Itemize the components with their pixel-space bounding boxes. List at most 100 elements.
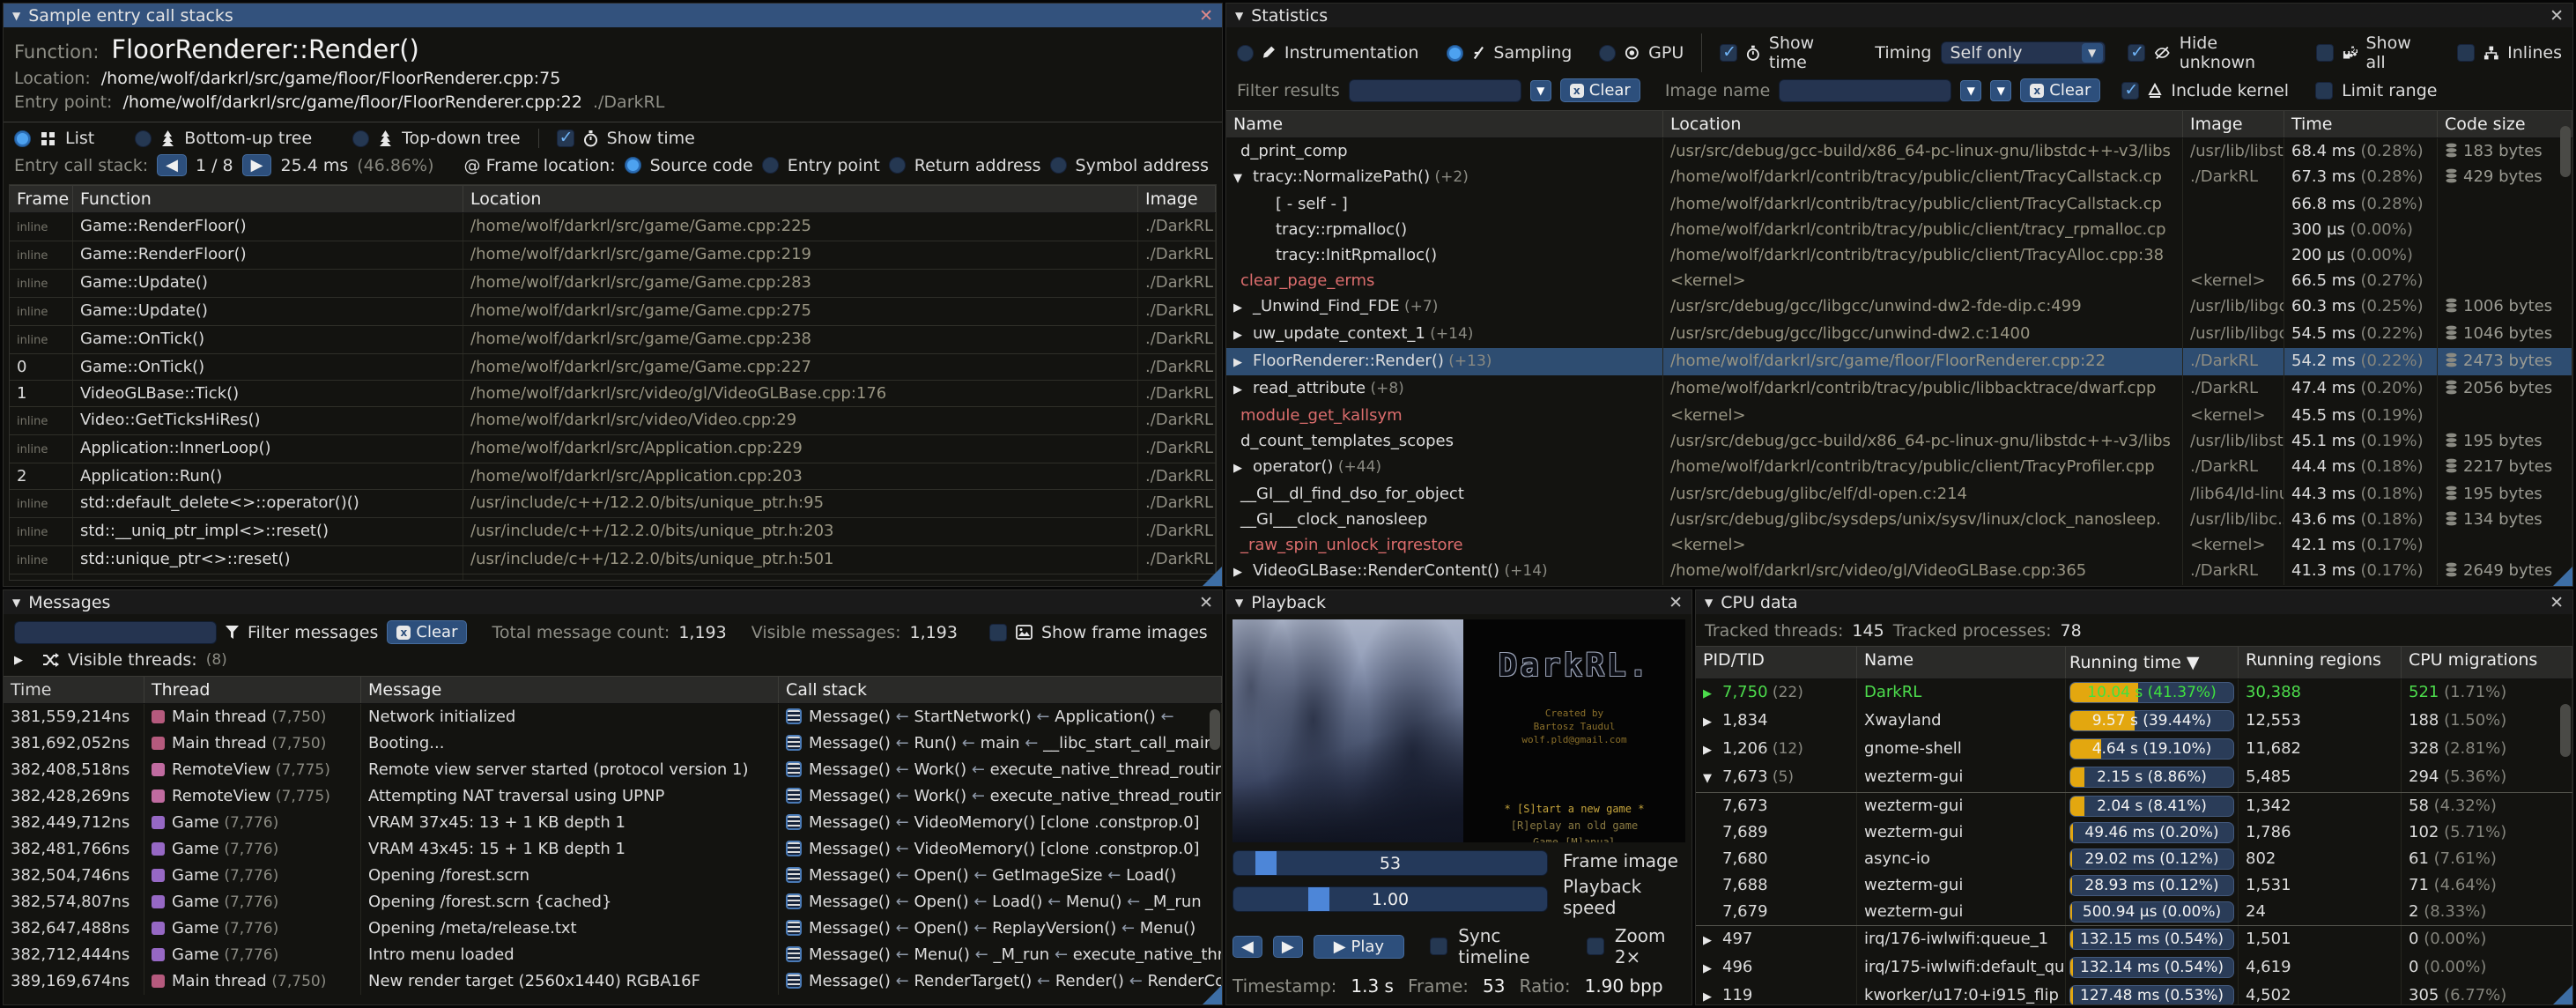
chevron-down-icon[interactable]: ▼ [2082, 43, 2103, 63]
table-row[interactable]: 7,679wezterm-gui500.94 µs (0.00%)242 (8.… [1696, 899, 2572, 925]
cpu-titlebar[interactable]: ▼ CPU data ✕ [1696, 590, 2572, 614]
image-dropdown-icon[interactable]: ▼ [1960, 80, 1981, 101]
visible-threads-expander[interactable]: ▶ [14, 654, 33, 667]
show-time-checkbox[interactable] [1720, 44, 1737, 62]
table-row[interactable]: ▶VideoGLBase::RenderContent() (+14)/home… [1226, 558, 2572, 585]
table-row[interactable]: 381,692,052nsMain thread (7,750)Booting.… [4, 730, 1222, 757]
resize-grip[interactable] [2553, 985, 2572, 1004]
callstack-icon[interactable] [786, 946, 802, 962]
callstack-icon[interactable] [786, 893, 802, 909]
source-code-radio[interactable] [625, 157, 641, 174]
symbol-address-radio[interactable] [1050, 157, 1067, 174]
column-header[interactable]: Name [1226, 111, 1663, 137]
show-all-checkbox[interactable] [2316, 44, 2334, 62]
table-row[interactable]: inlineGame::Update()/home/wolf/darkrl/sr… [10, 298, 1216, 326]
table-row[interactable]: ▶497irq/176-iwlwifi:queue_1132.15 ms (0.… [1696, 925, 2572, 954]
table-row[interactable]: module_get_kallsym<kernel><kernel>45.5 m… [1226, 403, 2572, 428]
sync-timeline-checkbox[interactable] [1430, 938, 1447, 955]
column-header[interactable]: PID/TID [1696, 647, 1857, 678]
list-radio[interactable] [14, 130, 31, 147]
table-row[interactable]: 382,504,746nsGame (7,776)Opening /forest… [4, 863, 1222, 889]
column-header[interactable]: Image [1138, 186, 1216, 212]
hide-unknown-checkbox[interactable] [2128, 44, 2145, 62]
sample-titlebar[interactable]: ▼ Sample entry call stacks ✕ [4, 4, 1222, 27]
messages-table-header[interactable]: TimeThreadMessageCall stack [4, 676, 1222, 704]
collapse-expander-icon[interactable]: ▼ [1703, 766, 1722, 792]
close-icon[interactable]: ✕ [2550, 593, 2564, 612]
next-stack-button[interactable]: ▶ [242, 154, 272, 176]
table-row[interactable]: 382,647,488nsGame (7,776)Opening /meta/r… [4, 915, 1222, 942]
table-row[interactable]: ▶FloorRenderer::Render() (+13)/home/wolf… [1226, 348, 2572, 375]
step-forward-button[interactable]: ▶ [1273, 936, 1303, 958]
expand-icon[interactable]: ▶ [1703, 928, 1722, 954]
return-address-radio[interactable] [889, 157, 906, 174]
expand-icon[interactable]: ▶ [1703, 709, 1722, 736]
table-row[interactable]: ▼7,673 (5)wezterm-gui2.15 s (8.86%)5,485… [1696, 764, 2572, 792]
frames-table-header[interactable]: FrameFunctionLocationImage [10, 185, 1216, 213]
column-header[interactable]: Time [4, 677, 144, 703]
column-header[interactable]: Running time ▼ [2066, 647, 2239, 678]
column-header[interactable]: Message [361, 677, 779, 703]
bottom-up-radio[interactable] [135, 130, 152, 147]
table-row[interactable]: 3main/home/wolf/darkrl/src/EntryPointPos… [10, 574, 1216, 580]
close-icon[interactable]: ✕ [1669, 593, 1683, 612]
image-name-input[interactable] [1779, 79, 1951, 102]
table-row[interactable]: tracy::rpmalloc()/home/wolf/darkrl/contr… [1226, 217, 2572, 242]
table-row[interactable]: 382,408,518nsRemoteView (7,775)Remote vi… [4, 757, 1222, 783]
table-row[interactable]: tracy::InitRpmalloc()/home/wolf/darkrl/c… [1226, 242, 2572, 268]
callstack-cell[interactable]: Message() ← Work() ← execute_native_thre… [779, 757, 1222, 783]
messages-titlebar[interactable]: ▼ Messages ✕ [4, 590, 1222, 614]
frame-image-slider[interactable]: 53 [1232, 850, 1548, 876]
column-header[interactable]: CPU migrations [2402, 647, 2572, 678]
table-row[interactable]: 389,169,674nsMain thread (7,750)New rend… [4, 968, 1222, 995]
table-row[interactable]: 382,449,712nsGame (7,776)VRAM 37x45: 13 … [4, 810, 1222, 836]
column-header[interactable]: Time [2284, 111, 2438, 137]
callstack-cell[interactable]: Message() ← VideoMemory() [clone .constp… [779, 836, 1222, 863]
expand-icon[interactable]: ▶ [1233, 560, 1253, 585]
table-row[interactable]: _raw_spin_unlock_irqrestore<kernel><kern… [1226, 532, 2572, 558]
table-row[interactable]: inlineApplication::InnerLoop()/home/wolf… [10, 435, 1216, 463]
table-row[interactable]: 381,559,214nsMain thread (7,750)Network … [4, 704, 1222, 730]
callstack-cell[interactable]: Message() ← Open() ← ReplayVersion() ← M… [779, 915, 1222, 942]
callstack-icon[interactable] [786, 841, 802, 856]
column-header[interactable]: Frame [10, 186, 73, 212]
column-header[interactable]: Location [1663, 111, 2183, 137]
expand-icon[interactable]: ▶ [1703, 681, 1722, 708]
expand-icon[interactable]: ▶ [1703, 737, 1722, 764]
close-icon[interactable]: ✕ [2550, 6, 2564, 26]
top-down-radio[interactable] [352, 130, 369, 147]
callstack-cell[interactable]: Message() ← RenderTarget() ← Render() ← … [779, 968, 1222, 995]
column-header[interactable]: Code size [2438, 111, 2572, 137]
callstack-icon[interactable] [786, 814, 802, 830]
table-row[interactable]: 7,673wezterm-gui2.04 s (8.41%)1,34258 (4… [1696, 792, 2572, 819]
clear-image-button[interactable]: xClear [2020, 78, 2100, 102]
table-row[interactable]: inlinestd::__uniq_ptr_impl<>::reset()/us… [10, 518, 1216, 546]
filter-results-input[interactable] [1349, 79, 1521, 102]
playback-titlebar[interactable]: ▼ Playback ✕ [1226, 590, 1691, 614]
image-dropdown2-icon[interactable]: ▼ [1990, 80, 2011, 101]
callstack-cell[interactable]: Message() ← Open() ← GetImageSize ← Load… [779, 863, 1222, 889]
table-row[interactable]: ▶1,834Xwayland9.57 s (39.44%)12,553188 (… [1696, 708, 2572, 736]
clear-filter-button[interactable]: xClear [1560, 78, 1640, 102]
prev-stack-button[interactable]: ◀ [157, 154, 187, 176]
table-row[interactable]: ▶_Unwind_Find_FDE (+7)/usr/src/debug/gcc… [1226, 293, 2572, 321]
table-row[interactable]: __GI__dl_find_dso_for_object/usr/src/deb… [1226, 481, 2572, 507]
callstack-icon[interactable] [786, 867, 802, 883]
callstack-cell[interactable]: Message() ← Run() ← main ← __libc_start_… [779, 730, 1222, 757]
callstack-icon[interactable] [786, 788, 802, 804]
callstack-cell[interactable]: Message() ← Menu() ← _M_run ← execute_na… [779, 942, 1222, 968]
column-header[interactable]: Name [1857, 647, 2066, 678]
table-row[interactable]: 1VideoGLBase::Tick()/home/wolf/darkrl/sr… [10, 381, 1216, 407]
table-row[interactable]: ▶1,206 (12)gnome-shell4.64 s (19.10%)11,… [1696, 736, 2572, 764]
table-row[interactable]: d_count_templates_scopes/usr/src/debug/g… [1226, 428, 2572, 454]
column-header[interactable]: Image [2183, 111, 2284, 137]
column-header[interactable]: Running regions [2239, 647, 2402, 678]
expand-icon[interactable]: ▶ [1703, 984, 1722, 1004]
table-row[interactable]: ▶read_attribute (+8)/home/wolf/darkrl/co… [1226, 375, 2572, 403]
resize-grip[interactable] [1203, 985, 1222, 1004]
callstack-cell[interactable]: Message() ← Open() ← Load() ← Menu() ← _… [779, 889, 1222, 915]
clear-messages-button[interactable]: xClear [387, 620, 467, 644]
table-row[interactable]: 2Application::Run()/home/wolf/darkrl/src… [10, 463, 1216, 490]
include-kernel-checkbox[interactable] [2121, 82, 2139, 100]
sampling-radio[interactable] [1447, 45, 1463, 62]
